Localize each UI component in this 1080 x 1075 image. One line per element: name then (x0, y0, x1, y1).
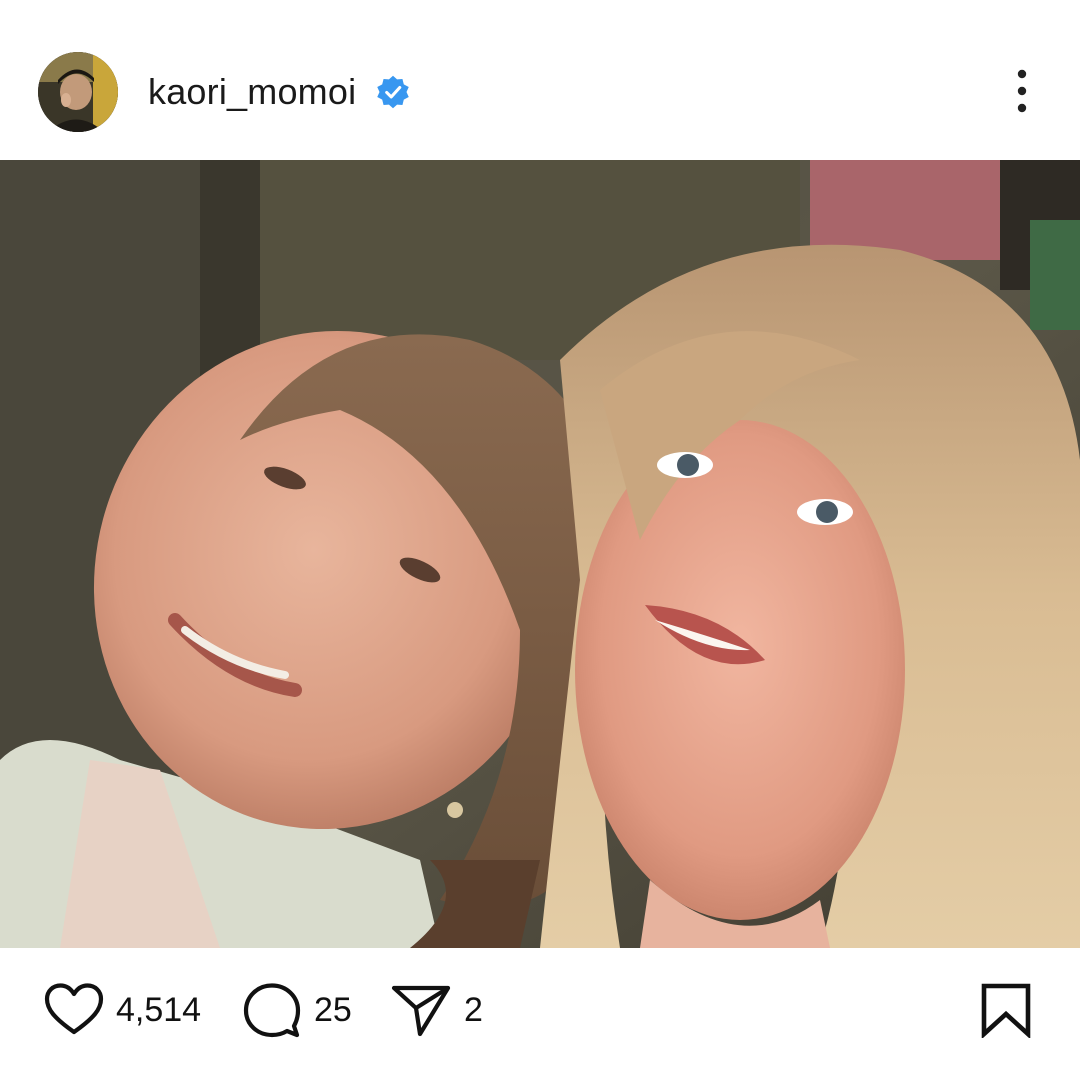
selfie-photo (0, 160, 1080, 948)
like-button[interactable]: 4,514 (44, 982, 201, 1038)
like-count: 4,514 (116, 991, 202, 1029)
comment-icon (243, 983, 301, 1038)
comment-button[interactable]: 25 (242, 982, 352, 1038)
bookmark-icon (981, 983, 1031, 1040)
user-avatar[interactable] (38, 52, 118, 132)
avatar-image (38, 52, 118, 132)
comment-count: 25 (314, 991, 352, 1029)
heart-icon (44, 983, 104, 1035)
username[interactable]: kaori_momoi (148, 70, 356, 114)
send-icon (391, 985, 451, 1037)
more-vertical-icon[interactable] (1002, 68, 1042, 116)
instagram-post: kaori_momoi 4,514 25 2 (0, 0, 1080, 1075)
post-header: kaori_momoi (0, 0, 1080, 160)
share-button[interactable]: 2 (390, 982, 483, 1038)
post-photo[interactable] (0, 160, 1080, 948)
save-button[interactable] (980, 982, 1032, 1043)
verified-badge-icon (377, 75, 409, 109)
share-count: 2 (464, 991, 483, 1029)
